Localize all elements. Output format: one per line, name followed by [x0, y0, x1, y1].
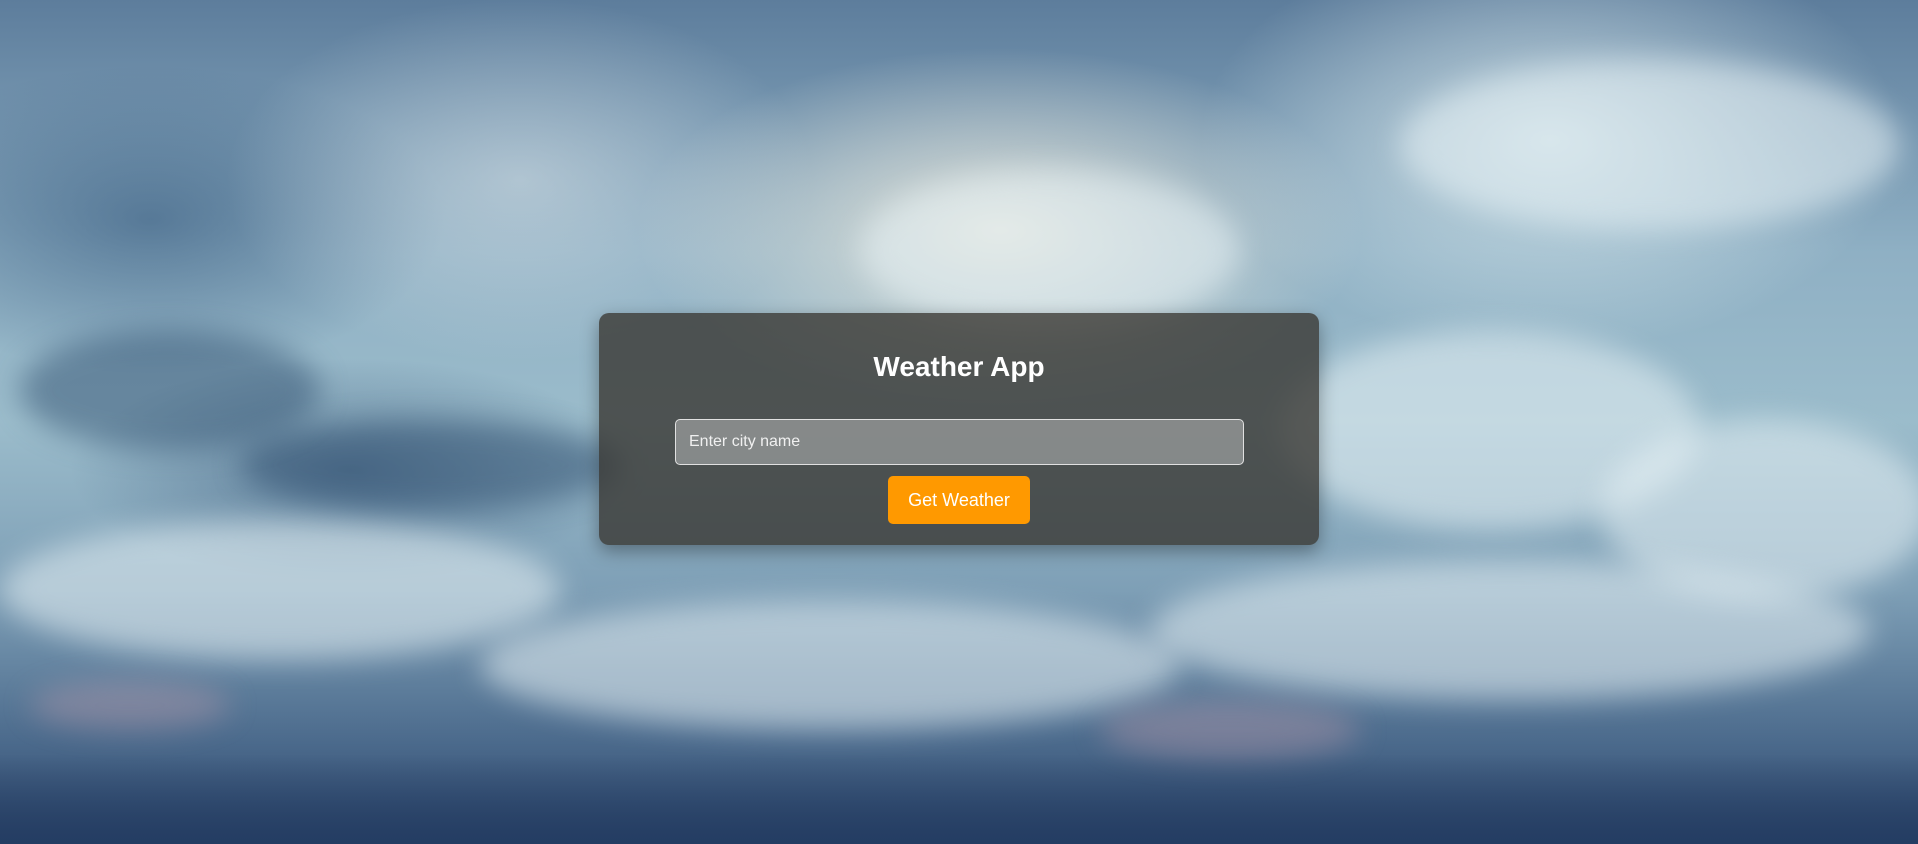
cloud [1150, 560, 1870, 700]
cloud [480, 600, 1180, 730]
app-title: Weather App [873, 351, 1045, 382]
horizon-band [0, 754, 1918, 844]
cloud [240, 420, 620, 510]
city-input[interactable] [675, 419, 1244, 465]
cloud [860, 170, 1240, 330]
cloud [30, 680, 230, 730]
cloud [0, 520, 560, 660]
cloud [20, 330, 320, 450]
get-weather-button[interactable]: Get Weather [888, 476, 1030, 524]
cloud [1100, 700, 1360, 760]
cloud [1400, 60, 1900, 230]
weather-card: Weather App Get Weather [599, 313, 1319, 545]
